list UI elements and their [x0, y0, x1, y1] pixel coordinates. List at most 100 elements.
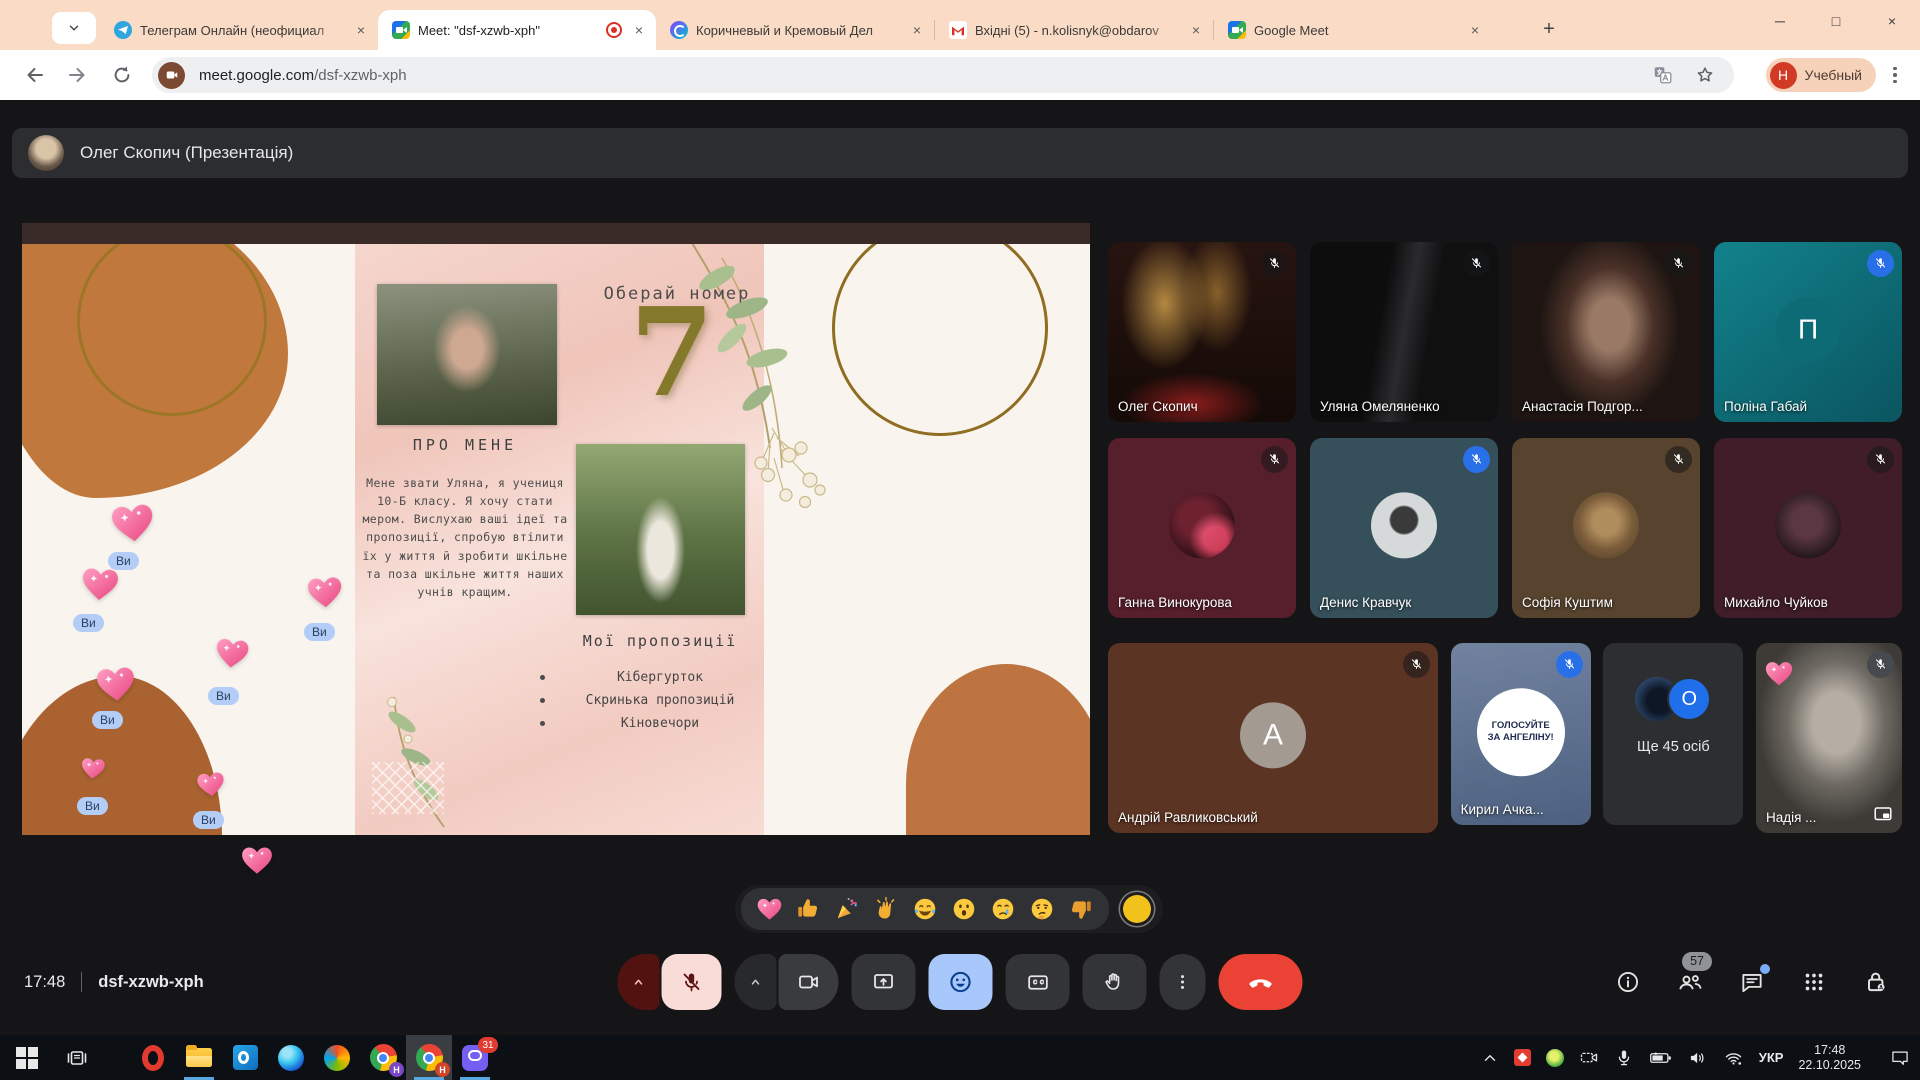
participant-tile[interactable]: Надія ...	[1756, 643, 1902, 833]
slide-decoration-blob	[22, 676, 222, 835]
present-screen-button[interactable]	[852, 954, 916, 1010]
end-call-button[interactable]	[1219, 954, 1303, 1010]
thumbs-down-reaction-button[interactable]	[1065, 893, 1097, 925]
url-bar[interactable]: meet.google.com/dsf-xzwb-xph	[152, 57, 1734, 93]
taskbar-copilot[interactable]	[314, 1035, 360, 1080]
taskbar-file-explorer[interactable]	[176, 1035, 222, 1080]
activities-button[interactable]	[1800, 968, 1828, 996]
surprised-face-reaction-button[interactable]	[948, 893, 980, 925]
taskbar-outlook[interactable]	[222, 1035, 268, 1080]
picture-in-picture-icon[interactable]	[1872, 803, 1894, 825]
back-button[interactable]	[22, 63, 46, 87]
taskbar-viber[interactable]: 31	[452, 1035, 498, 1080]
task-view-button[interactable]	[54, 1035, 100, 1080]
new-tab-button[interactable]: +	[1534, 14, 1564, 44]
participant-tile[interactable]: ГОЛОСУЙТЕ ЗА АНГЕЛІНУ! Кирил Ачка...	[1451, 643, 1591, 825]
sparkling-heart-reaction-button[interactable]	[753, 893, 785, 925]
participant-tile[interactable]: П Поліна Габай	[1714, 242, 1902, 422]
browser-profile-chip[interactable]: Н Учебный	[1766, 58, 1876, 92]
more-options-button[interactable]	[1160, 954, 1206, 1010]
tab-close-button[interactable]: ×	[352, 21, 370, 39]
captions-button[interactable]	[1006, 954, 1070, 1010]
tab-gmail[interactable]: Вхідні (5) - n.kolisnyk@obdarov ×	[935, 10, 1213, 50]
camera-in-use-icon[interactable]	[158, 62, 185, 89]
participant-name: Андрій Равликовський	[1118, 810, 1258, 825]
more-participants-tile[interactable]: O Ще 45 осіб	[1603, 643, 1743, 825]
tab-close-button[interactable]: ×	[630, 21, 648, 39]
camera-options-button[interactable]	[735, 954, 777, 1010]
slide-portrait-photo	[377, 284, 557, 425]
window-minimize-button[interactable]: ─	[1752, 0, 1808, 42]
participant-tile[interactable]: Уляна Омеляненко	[1310, 242, 1498, 422]
window-maximize-button[interactable]: □	[1808, 0, 1864, 42]
tab-title: Вхідні (5) - n.kolisnyk@obdarov	[975, 23, 1179, 38]
tray-battery-icon[interactable]	[1649, 1048, 1673, 1068]
thumbs-up-reaction-button[interactable]	[792, 893, 824, 925]
mic-off-badge	[1867, 250, 1894, 277]
clapping-hands-reaction-button[interactable]	[870, 893, 902, 925]
presenter-avatar	[28, 135, 64, 171]
taskbar-clock[interactable]: 17:48 22.10.2025	[1798, 1043, 1861, 1073]
party-popper-reaction-button[interactable]	[831, 893, 863, 925]
chevron-down-icon	[67, 21, 81, 35]
participant-tile[interactable]: Ганна Винокурова	[1108, 438, 1296, 618]
reaction-bar	[735, 885, 1163, 933]
camera-on-button[interactable]	[779, 954, 839, 1010]
taskbar-chrome-profile-1[interactable]: Н	[360, 1035, 406, 1080]
taskbar-opera[interactable]	[130, 1035, 176, 1080]
reactions-button[interactable]	[929, 954, 993, 1010]
participant-name: Надія ...	[1766, 810, 1816, 825]
mic-options-button[interactable]	[618, 954, 660, 1010]
participant-name: Уляна Омеляненко	[1320, 399, 1440, 414]
chat-panel-button[interactable]	[1738, 968, 1766, 996]
tab-google-meet[interactable]: Google Meet ×	[1214, 10, 1492, 50]
participant-name: Олег Скопич	[1118, 399, 1198, 414]
crying-face-reaction-button[interactable]	[987, 893, 1019, 925]
tab-close-button[interactable]: ×	[1187, 21, 1205, 39]
mic-muted-button[interactable]	[662, 954, 722, 1010]
slide-about-title: ПРО МЕНЕ	[362, 436, 568, 454]
presenter-banner: Олег Скопич (Презентація)	[12, 128, 1908, 178]
tray-microphone-icon[interactable]	[1614, 1048, 1634, 1068]
window-close-button[interactable]: ×	[1864, 0, 1920, 42]
tray-camera-icon[interactable]	[1579, 1048, 1599, 1068]
meeting-details-button[interactable]	[1614, 968, 1642, 996]
meeting-code: dsf-xzwb-xph	[98, 973, 203, 992]
tray-app-icon[interactable]	[1514, 1049, 1531, 1066]
taskbar-chrome-profile-2-active[interactable]: Н	[406, 1035, 452, 1080]
translate-icon[interactable]	[1652, 64, 1674, 86]
tab-telegram[interactable]: Телеграм Онлайн (неофициал ×	[100, 10, 378, 50]
participant-tile[interactable]: Софія Куштим	[1512, 438, 1700, 618]
tray-volume-icon[interactable]	[1688, 1048, 1708, 1068]
participant-tile[interactable]: Анастасія Подгор...	[1512, 242, 1700, 422]
taskbar-edge[interactable]	[268, 1035, 314, 1080]
language-indicator[interactable]: УКР	[1759, 1050, 1784, 1065]
raise-hand-button[interactable]	[1083, 954, 1147, 1010]
tray-wifi-icon[interactable]	[1723, 1048, 1744, 1068]
thinking-face-reaction-button[interactable]	[1026, 893, 1058, 925]
meet-main: Олег Скопич (Презентація)	[0, 100, 1920, 1035]
tears-of-joy-reaction-button[interactable]	[909, 893, 941, 925]
start-button[interactable]	[4, 1035, 50, 1080]
reload-button[interactable]	[110, 63, 134, 87]
participant-tile[interactable]: А Андрій Равликовський	[1108, 643, 1438, 833]
people-panel-button[interactable]: 57	[1676, 968, 1704, 996]
tab-meet-active[interactable]: Meet: "dsf-xzwb-xph" ×	[378, 10, 656, 50]
tab-canva[interactable]: Коричневый и Кремовый Дел ×	[656, 10, 934, 50]
skin-tone-selector-button[interactable]	[1123, 895, 1151, 923]
bookmark-star-icon[interactable]	[1694, 64, 1716, 86]
browser-address-bar: meet.google.com/dsf-xzwb-xph Н Учебный	[0, 50, 1920, 100]
antivirus-icon[interactable]	[1546, 1049, 1564, 1067]
tab-search-button[interactable]	[52, 12, 96, 44]
tab-close-button[interactable]: ×	[1466, 21, 1484, 39]
participant-tile[interactable]: Денис Кравчук	[1310, 438, 1498, 618]
browser-menu-button[interactable]	[1884, 64, 1906, 86]
host-controls-button[interactable]	[1862, 968, 1890, 996]
tab-close-button[interactable]: ×	[908, 21, 926, 39]
action-center-button[interactable]	[1890, 1048, 1910, 1068]
forward-button[interactable]	[66, 63, 90, 87]
slide-number: 7	[592, 280, 752, 424]
tray-expand-button[interactable]	[1481, 1049, 1499, 1067]
participant-tile[interactable]: Олег Скопич	[1108, 242, 1296, 422]
participant-tile[interactable]: Михайло Чуйков	[1714, 438, 1902, 618]
